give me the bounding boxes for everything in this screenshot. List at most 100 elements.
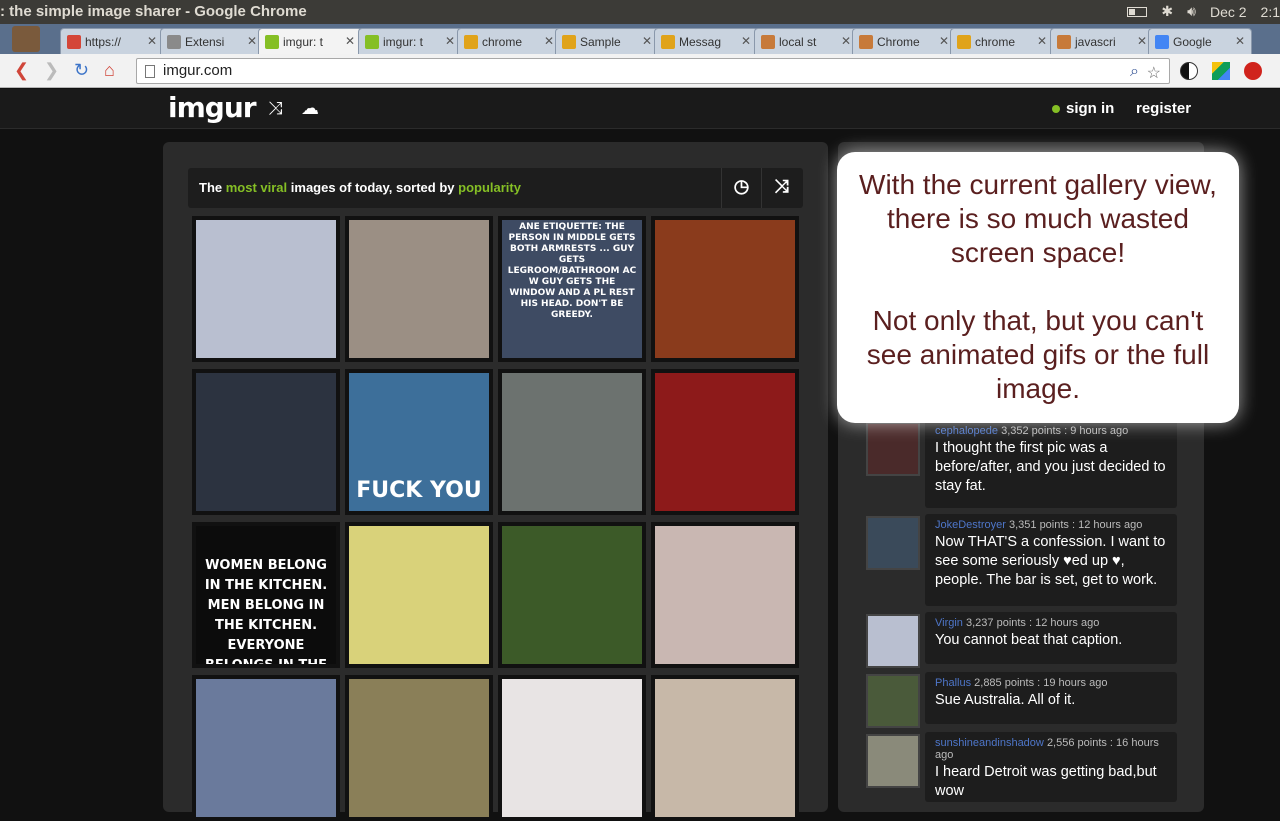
browser-toolbar: ❮ ❯ ↻ ⌂ imgur.com ⌕ ☆ <box>0 54 1280 88</box>
gallery-thumbnail[interactable] <box>498 675 646 821</box>
browser-tab[interactable]: imgur: t ✕ <box>358 28 462 54</box>
gallery-thumbnail[interactable] <box>498 522 646 668</box>
close-tab-icon[interactable]: ✕ <box>544 34 554 48</box>
browser-tab[interactable]: https:// ✕ <box>60 28 164 54</box>
browser-tab[interactable]: Messag ✕ <box>654 28 758 54</box>
imgur-logo[interactable]: imgur <box>168 91 257 124</box>
close-tab-icon[interactable]: ✕ <box>841 34 851 48</box>
browser-tab[interactable]: imgur: t ✕ <box>258 28 362 54</box>
browser-tab[interactable]: chrome ✕ <box>950 28 1054 54</box>
comment-meta: Virgin 3,237 points : 12 hours ago <box>935 617 1100 629</box>
comment-time: 12 hours ago <box>1078 519 1143 531</box>
browser-tab[interactable]: local st ✕ <box>754 28 858 54</box>
close-tab-icon[interactable]: ✕ <box>642 34 652 48</box>
comment-username[interactable]: Virgin <box>935 617 963 629</box>
comment-thumbnail[interactable] <box>866 614 920 668</box>
browser-tab[interactable]: chrome ✕ <box>457 28 561 54</box>
url-text: imgur.com <box>163 62 233 79</box>
shuffle-icon[interactable]: ⤨ <box>761 168 801 208</box>
gallery-thumbnail[interactable] <box>651 216 799 362</box>
close-tab-icon[interactable]: ✕ <box>345 34 355 48</box>
puzzle-icon <box>167 34 181 49</box>
close-tab-icon[interactable]: ✕ <box>445 34 455 48</box>
address-bar[interactable]: imgur.com ⌕ ☆ <box>136 58 1170 84</box>
random-icon[interactable]: ⤨ <box>268 98 282 119</box>
close-tab-icon[interactable]: ✕ <box>247 34 257 48</box>
profile-avatar[interactable] <box>12 26 40 52</box>
comment-meta: sunshineandinshadow 2,556 points : 16 ho… <box>935 737 1159 761</box>
tab-label: imgur: t <box>283 34 324 49</box>
comment-thumbnail[interactable] <box>866 734 920 788</box>
clock-icon[interactable]: ◷ <box>721 168 761 208</box>
comment-meta: JokeDestroyer 3,351 points : 12 hours ag… <box>935 519 1143 531</box>
browser-tab[interactable]: Google ✕ <box>1148 28 1252 54</box>
gallery-thumbnail[interactable] <box>192 675 340 821</box>
gallery-thumbnail[interactable] <box>345 522 493 668</box>
browser-tab[interactable]: Chrome ✕ <box>852 28 956 54</box>
forward-icon[interactable]: ❯ <box>44 60 59 81</box>
comment-item: Phallus 2,885 points : 19 hours ago Sue A… <box>925 672 1177 724</box>
thumbnail-caption: FUCK YOU <box>356 478 482 503</box>
sign-in-link[interactable]: sign in <box>1052 100 1114 117</box>
gallery-thumbnail[interactable] <box>345 216 493 362</box>
reload-icon[interactable]: ↻ <box>74 60 89 81</box>
date-text[interactable]: Dec 2 <box>1210 4 1247 20</box>
comment-username[interactable]: JokeDestroyer <box>935 519 1006 531</box>
browser-tab[interactable]: javascri ✕ <box>1050 28 1154 54</box>
comment-points: 2,556 points <box>1046 737 1107 749</box>
imgur-icon <box>365 34 379 49</box>
annotation-callout: With the current gallery view, there is … <box>837 152 1239 423</box>
bluetooth-icon[interactable]: ✱ <box>1161 3 1173 20</box>
upload-icon[interactable]: ☁ <box>301 98 319 119</box>
close-tab-icon[interactable]: ✕ <box>1137 34 1147 48</box>
comment-item: Virgin 3,237 points : 12 hours ago You ca… <box>925 612 1177 664</box>
close-tab-icon[interactable]: ✕ <box>1037 34 1047 48</box>
gallery-thumbnail[interactable]: ANE ETIQUETTE: THE PERSON IN MIDDLE GETS… <box>498 216 646 362</box>
battery-icon[interactable] <box>1127 6 1148 17</box>
adblock-extension-icon[interactable] <box>1244 62 1262 80</box>
comment-thumbnail[interactable] <box>866 674 920 728</box>
close-tab-icon[interactable]: ✕ <box>147 34 157 48</box>
gallery-thumbnail[interactable] <box>192 369 340 515</box>
comment-item: cephalopede 3,352 points : 9 hours ago I … <box>925 420 1177 508</box>
gallery-thumbnail[interactable] <box>651 675 799 821</box>
star-icon[interactable]: ☆ <box>1147 63 1161 83</box>
gallery-thumbnail[interactable] <box>345 675 493 821</box>
tab-strip: https://✕ Extensi ✕ imgur: t ✕ imgur: t ✕ chrom… <box>0 24 1280 54</box>
comment-thumbnail[interactable] <box>866 422 920 476</box>
comment-thumbnail[interactable] <box>866 516 920 570</box>
gallery-thumbnail[interactable]: FUCK YOU <box>345 369 493 515</box>
imgur-icon <box>265 34 279 49</box>
comment-username[interactable]: cephalopede <box>935 425 998 437</box>
search-icon[interactable]: ⌕ <box>1130 63 1139 81</box>
comment-username[interactable]: sunshineandinshadow <box>935 737 1044 749</box>
drive-extension-icon[interactable] <box>1212 62 1230 80</box>
close-tab-icon[interactable]: ✕ <box>741 34 751 48</box>
gallery-thumbnail[interactable] <box>498 369 646 515</box>
clock-text[interactable]: 2:1 <box>1261 4 1280 20</box>
comment-username[interactable]: Phallus <box>935 677 971 689</box>
comment-text: Now THAT'S a confession. I want to see s… <box>935 534 1166 588</box>
register-link[interactable]: register <box>1136 100 1191 117</box>
gallery-thumbnail[interactable] <box>651 369 799 515</box>
thumbnail-caption: WOMEN BELONG IN THE KITCHEN. MEN BELONG … <box>204 558 328 668</box>
sort-popularity-option[interactable]: popularity <box>458 180 521 195</box>
gallery-thumbnail[interactable]: WOMEN BELONG IN THE KITCHEN. MEN BELONG … <box>192 522 340 668</box>
browser-tab[interactable]: Extensi ✕ <box>160 28 264 54</box>
contrast-extension-icon[interactable] <box>1180 62 1198 80</box>
tab-label: chrome <box>975 34 1016 49</box>
volume-icon[interactable]: 🔊︎ <box>1187 3 1196 20</box>
back-icon[interactable]: ❮ <box>14 60 29 81</box>
comment-time: 9 hours ago <box>1070 425 1129 437</box>
sort-viral-option[interactable]: most viral <box>226 180 287 195</box>
browser-tab[interactable]: Sample ✕ <box>555 28 659 54</box>
comment-meta: Phallus 2,885 points : 19 hours ago <box>935 677 1108 689</box>
close-tab-icon[interactable]: ✕ <box>1235 34 1245 48</box>
tab-label: Messag <box>679 34 722 49</box>
gallery-thumbnail[interactable] <box>192 216 340 362</box>
close-tab-icon[interactable]: ✕ <box>939 34 949 48</box>
comment-text: I heard Detroit was getting bad,but wow <box>935 764 1157 799</box>
doc-icon <box>761 34 775 49</box>
gallery-thumbnail[interactable] <box>651 522 799 668</box>
home-icon[interactable]: ⌂ <box>104 60 115 81</box>
